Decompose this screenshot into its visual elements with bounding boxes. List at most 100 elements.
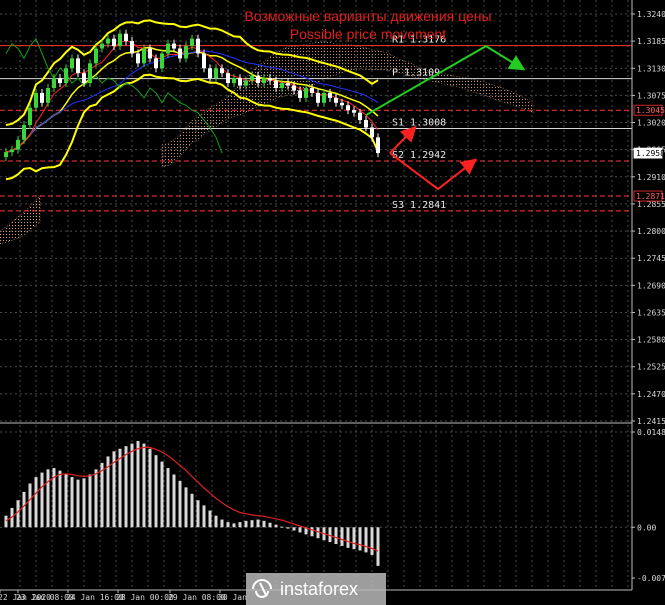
candle <box>34 88 38 112</box>
macd-bar <box>166 468 170 528</box>
logo-text: instaforex <box>280 579 358 599</box>
candle <box>370 123 374 142</box>
price-tick-label: 1.2580 <box>637 336 665 345</box>
level-label-s1: S1 1.3008 <box>392 117 446 128</box>
cloud-area <box>0 195 41 245</box>
macd-bar <box>256 519 260 528</box>
macd-bar <box>118 448 122 528</box>
macd-bar <box>274 524 278 528</box>
price-tick-label: 1.3185 <box>637 37 665 46</box>
candle <box>46 84 50 107</box>
price-marker: 1.2958 <box>633 147 665 159</box>
macd-tick-label: 0.0148 <box>637 428 665 437</box>
macd-bar <box>376 527 380 566</box>
macd-panel <box>4 441 380 566</box>
candle <box>70 54 74 73</box>
time-tick-label: 30 Jan <box>218 593 247 602</box>
macd-bar <box>298 527 302 533</box>
price-tick-label: 1.2525 <box>637 363 665 372</box>
candle <box>226 69 230 88</box>
macd-tick-label: -0.00788 <box>637 574 665 583</box>
price-tick-label: 1.2690 <box>637 281 665 290</box>
macd-bar <box>100 462 104 528</box>
macd-bar <box>64 474 68 528</box>
price-tick-label: 1.2800 <box>637 227 665 236</box>
macd-bar <box>286 527 290 529</box>
macd-bar <box>184 487 188 528</box>
macd-bar <box>232 523 236 528</box>
price-marker: 1.3045 <box>633 104 665 116</box>
candle <box>160 49 164 73</box>
candle <box>376 133 380 158</box>
price-tick-label: 1.2635 <box>637 308 665 317</box>
candle <box>112 34 116 51</box>
macd-bar <box>4 515 8 528</box>
candle <box>40 88 44 107</box>
macd-bar <box>82 478 86 528</box>
macd-bar <box>370 527 374 555</box>
macd-bar <box>28 483 32 528</box>
macd-bar <box>34 477 38 528</box>
candle <box>322 88 326 107</box>
price-tick-label: 1.3075 <box>637 91 665 100</box>
candle <box>178 44 182 63</box>
macd-bar <box>130 443 134 528</box>
price-tick-label: 1.2470 <box>637 390 665 399</box>
macd-bar <box>172 474 176 528</box>
macd-bar <box>16 500 20 528</box>
macd-bar <box>148 448 152 528</box>
macd-bar <box>208 510 212 528</box>
macd-bar <box>262 520 266 528</box>
price-tick-label: 1.2745 <box>637 254 665 263</box>
macd-bar <box>22 491 26 528</box>
chart-title-ru: Возможные варианты движения цены <box>244 8 491 24</box>
macd-bar <box>202 505 206 528</box>
candle <box>208 64 212 83</box>
price-tick-label: 1.3020 <box>637 119 665 128</box>
candle <box>64 64 68 88</box>
macd-bar <box>226 522 230 528</box>
macd-bar <box>280 526 284 528</box>
candle <box>16 135 20 154</box>
macd-bar <box>58 470 62 528</box>
macd-bar <box>46 469 50 528</box>
price-marker: 1.2871 <box>633 190 665 202</box>
macd-bar <box>178 480 182 528</box>
macd-bar <box>40 472 44 528</box>
instaforex-logo: instaforex <box>246 573 386 605</box>
candle <box>88 59 92 88</box>
macd-bar <box>244 520 248 528</box>
macd-tick-label: 0.00 <box>637 523 656 532</box>
candle <box>94 44 98 68</box>
macd-bar <box>142 443 146 528</box>
chart-window: R2 1.3270R1 1.3176P 1.3109S1 1.3008S2 1.… <box>0 0 665 605</box>
macd-bar <box>310 527 314 537</box>
price-tick-label: 1.3240 <box>637 10 665 19</box>
macd-bar <box>352 527 356 550</box>
level-label-s2: S2 1.2942 <box>392 150 446 161</box>
macd-bar <box>220 519 224 528</box>
chart-title-en: Possible price movement <box>290 26 447 42</box>
candle <box>364 116 368 132</box>
macd-bar <box>346 527 350 548</box>
macd-bar <box>70 477 74 528</box>
candle <box>4 148 8 162</box>
candle <box>196 34 200 58</box>
candle <box>124 29 128 46</box>
time-tick-label: 28 Jan 00:00 <box>116 593 174 602</box>
macd-bar <box>160 461 164 528</box>
macd-bar <box>124 446 128 528</box>
time-axis: 22 Jan 202023 Jan 08:0024 Jan 16:0028 Ja… <box>0 590 247 602</box>
candle <box>52 74 56 92</box>
macd-bar <box>94 469 98 528</box>
candle <box>316 88 320 107</box>
price-tick-label: 1.2910 <box>637 173 665 182</box>
macd-bar <box>334 527 338 545</box>
candle <box>214 64 218 83</box>
chart-canvas: R2 1.3270R1 1.3176P 1.3109S1 1.3008S2 1.… <box>0 0 665 605</box>
candle <box>10 145 14 157</box>
price-axis: 1.32401.31851.31301.30751.30201.29651.29… <box>632 10 665 426</box>
macd-bar <box>214 515 218 528</box>
candle <box>130 37 134 58</box>
candle <box>58 74 62 88</box>
